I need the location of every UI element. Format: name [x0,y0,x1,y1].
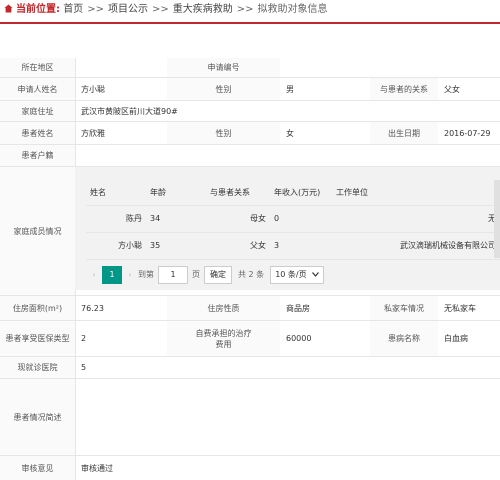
table-scrollbar[interactable] [494,180,500,258]
review-value: 审核通过 [81,463,113,473]
family-members-panel: 姓名 年龄 与患者关系 年收入(万元) 工作单位 陈丹 34 母女 0 无 方小… [75,167,500,290]
insurance-type-value: 2 [81,334,87,343]
form-row-region: 所在地区 申请编号 [0,58,500,78]
application-number-label: 申请编号 [167,58,280,77]
relation-label: 与患者的关系 [370,78,438,100]
applicant-name-value: 方小聪 [81,84,105,94]
family-name-cell: 陈丹 [126,214,142,223]
review-label: 审核意见 [0,456,75,480]
pagination: ‹ 1 › 到第 1 页 确定 共 2 条 10 条/页 [86,259,500,290]
household-label: 患者户籍 [0,145,75,166]
page-size-value: 10 条/页 [275,270,307,279]
summary-value [75,379,500,455]
form-row-applicant: 申请人姓名 方小聪 性别 男 与患者的关系 父女 [0,78,500,101]
region-label: 所在地区 [0,58,75,77]
car-value: 无私家车 [444,303,476,313]
self-pay-value: 60000 [286,334,312,343]
chevron-down-icon [312,272,320,277]
column-header-work: 工作单位 [336,188,368,197]
application-number-value [280,58,500,77]
patient-name-label: 患者姓名 [0,122,75,144]
family-work-cell: 武汉滴瑞机械设备有限公司 [400,241,496,250]
disease-value: 白血病 [444,334,468,343]
breadcrumb-home-link[interactable]: 首页 [63,4,83,15]
housing-area-value: 76.23 [81,303,104,313]
form-row-summary: 患者情况简述 [0,379,500,456]
next-page-button[interactable]: › [122,266,138,284]
page-number-input[interactable]: 1 [158,265,188,284]
confirm-page-button[interactable]: 确定 [204,265,232,284]
family-age-cell: 34 [150,214,161,223]
breadcrumb-separator: >> [87,4,104,15]
form-row-housing: 住房面积(m²) 76.23 住房性质 商品房 私家车情况 无私家车 [0,296,500,321]
breadcrumb: 当前位置: 首页 >> 项目公示 >> 重大疾病救助 >> 拟救助对象信息 [0,0,500,24]
family-relation-cell: 父女 [250,241,266,250]
insurance-type-label: 患者享受医保类型 [0,321,75,356]
column-header-age: 年龄 [150,188,166,197]
page-suffix-label: 页 [192,270,200,279]
relation-value: 父女 [444,84,460,94]
breadcrumb-projects-link[interactable]: 项目公示 [108,4,148,15]
breadcrumb-current: 拟救助对象信息 [257,4,328,15]
table-row: 陈丹 34 母女 0 无 [86,205,500,233]
birth-date-label: 出生日期 [370,122,438,144]
patient-gender-value: 女 [286,128,294,138]
form-row-patient: 患者姓名 方欣雅 性别 女 出生日期 2016-07-29 [0,122,500,145]
address-label: 家庭住址 [0,101,75,121]
car-label: 私家车情况 [370,296,438,320]
hospital-label: 现就诊医院 [0,357,75,378]
household-value [75,145,500,166]
applicant-gender-label: 性别 [167,78,280,100]
column-header-relation: 与患者关系 [210,188,250,197]
family-relation-cell: 母女 [250,214,266,223]
disease-label: 患病名称 [370,321,438,356]
applicant-name-label: 申请人姓名 [0,78,75,100]
birth-date-value: 2016-07-29 [444,128,491,138]
family-name-cell: 方小聪 [118,241,142,250]
hospital-value: 5 [81,363,87,372]
form-row-address: 家庭住址 武汉市黄陂区前川大道90# [0,101,500,122]
breadcrumb-separator: >> [236,4,254,15]
form-row-insurance: 患者享受医保类型 2 自费承担的治疗费用 60000 患病名称 白血病 [0,321,500,357]
housing-area-label: 住房面积(m²) [0,296,75,320]
prev-page-button[interactable]: ‹ [86,266,102,284]
family-income-cell: 3 [274,241,280,250]
page-1-button[interactable]: 1 [102,265,122,284]
applicant-gender-value: 男 [286,84,294,94]
self-pay-label: 自费承担的治疗费用 [167,321,280,356]
breadcrumb-separator: >> [151,4,169,15]
form-row-household: 患者户籍 [0,145,500,167]
breadcrumb-label: 当前位置: [16,4,60,15]
family-income-cell: 0 [274,214,280,223]
column-header-name: 姓名 [90,188,106,197]
table-row: 方小聪 35 父女 3 武汉滴瑞机械设备有限公司 [86,232,500,260]
housing-type-value: 商品房 [286,303,310,313]
patient-name-value: 方欣雅 [81,128,105,138]
housing-type-label: 住房性质 [167,296,280,320]
page-size-select[interactable]: 10 条/页 [270,265,325,284]
column-header-income: 年收入(万元) [274,188,321,197]
goto-label: 到第 [138,270,154,279]
family-members-label: 家庭成员情况 [0,167,75,295]
breadcrumb-disease-aid-link[interactable]: 重大疾病救助 [173,4,233,15]
family-work-cell: 无 [488,214,496,223]
form-row-review: 审核意见 审核通过 [0,456,500,480]
summary-label: 患者情况简述 [0,379,75,455]
total-count: 共 2 条 [238,270,265,279]
family-age-cell: 35 [150,241,161,250]
home-icon [4,4,13,13]
region-value [75,58,173,77]
form-row-hospital: 现就诊医院 5 [0,357,500,379]
address-value: 武汉市黄陂区前川大道90# [81,106,178,116]
table-header-row: 姓名 年龄 与患者关系 年收入(万元) 工作单位 [86,180,500,206]
patient-gender-label: 性别 [167,122,280,144]
